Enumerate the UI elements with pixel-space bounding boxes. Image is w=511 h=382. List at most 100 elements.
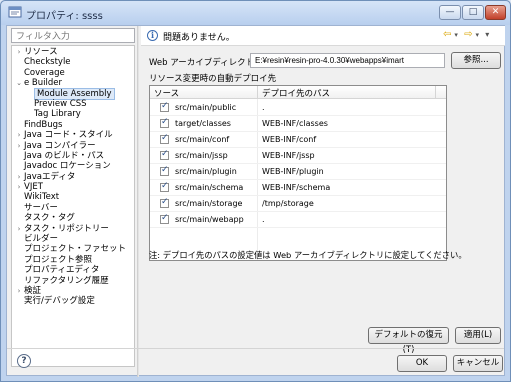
collapsed-arrow-icon[interactable]: › <box>14 130 24 140</box>
tree-item[interactable]: Java のビルド・パス <box>12 151 134 161</box>
tree-item[interactable]: プロパティエディタ <box>12 265 134 275</box>
tree-item[interactable]: › 検証 <box>12 286 134 296</box>
window-title: プロパティ: ssss <box>26 11 103 22</box>
tree-item[interactable]: › Javaエディタ <box>12 172 134 182</box>
message-bar: i 問題ありません。 ⇦ ▾ ⇨ ▾ ▾ <box>141 26 505 46</box>
table-row[interactable]: src/main/schema WEB-INF/schema <box>150 180 446 196</box>
ok-button[interactable]: OK <box>397 355 447 372</box>
tree-item[interactable]: タスク・タグ <box>12 213 134 223</box>
tree-item[interactable]: プロジェクト・ファセット <box>12 244 134 254</box>
expanded-arrow-icon[interactable]: ⌄ <box>14 78 24 88</box>
table-row[interactable]: src/main/storage/tmp/storage <box>150 196 446 212</box>
source-cell: src/main/storage <box>175 199 243 208</box>
source-cell: src/main/webapp <box>175 215 244 224</box>
tree-item[interactable]: Javadoc ロケーション <box>12 161 134 171</box>
tree-item[interactable]: › Java コード・スタイル <box>12 130 134 140</box>
dest-cell[interactable]: WEB-INF/classes <box>262 119 328 128</box>
row-checkbox[interactable] <box>160 197 169 208</box>
row-checkbox[interactable] <box>160 213 169 224</box>
collapsed-arrow-icon[interactable]: › <box>14 286 24 296</box>
dest-cell[interactable]: WEB-INF/schema <box>262 183 330 192</box>
restore-defaults-button[interactable]: デフォルトの復元(T) <box>368 327 449 355</box>
button-bar-separator <box>7 348 504 349</box>
info-icon: i <box>147 30 158 41</box>
row-checkbox[interactable] <box>160 149 169 160</box>
table-row[interactable]: src/main/conf WEB-INF/conf <box>150 132 446 148</box>
dest-cell[interactable]: . <box>262 215 265 224</box>
collapsed-arrow-icon[interactable]: › <box>14 182 24 192</box>
view-menu-icon[interactable]: ▾ <box>485 30 489 39</box>
table-row[interactable]: src/main/public. <box>150 100 446 116</box>
tree-item[interactable]: サーバー <box>12 203 134 213</box>
tree-item-label: Javadoc ロケーション <box>24 161 111 172</box>
table-row[interactable]: src/main/webapp. <box>150 212 446 228</box>
tree-item[interactable]: Checkstyle <box>12 57 134 67</box>
filter-input[interactable] <box>11 28 135 43</box>
collapsed-arrow-icon[interactable]: › <box>14 172 24 182</box>
source-cell: src/main/plugin <box>175 167 237 176</box>
header-source[interactable]: ソース <box>154 87 179 99</box>
title-bar[interactable]: プロパティ: ssss — □ ✕ <box>1 1 510 25</box>
source-cell: src/main/conf <box>175 135 230 144</box>
dest-cell[interactable]: WEB-INF/conf <box>262 135 316 144</box>
browse-button[interactable]: 参照... <box>451 52 501 69</box>
cancel-button[interactable]: キャンセル <box>453 355 503 372</box>
table-header: ソース デプロイ先のパス <box>150 86 446 99</box>
tree-item-label: Coverage <box>24 67 65 78</box>
row-checkbox[interactable] <box>160 117 169 128</box>
collapsed-arrow-icon[interactable]: › <box>14 141 24 151</box>
header-divider[interactable] <box>257 86 258 99</box>
header-dest[interactable]: デプロイ先のパス <box>262 87 330 99</box>
row-checkbox[interactable] <box>160 165 169 176</box>
pane-splitter[interactable] <box>137 26 139 377</box>
header-divider[interactable] <box>435 86 436 99</box>
maximize-button[interactable]: □ <box>462 5 484 20</box>
property-page-tree[interactable]: › リソース Checkstyle Coverage ⌄ e Builder Module … <box>11 45 135 367</box>
tree-item[interactable]: ビルダー <box>12 234 134 244</box>
dest-cell[interactable]: /tmp/storage <box>262 199 314 208</box>
tree-item-label: 検証 <box>24 285 42 296</box>
row-checkbox[interactable] <box>160 181 169 192</box>
tree-item[interactable]: › タスク・リポジトリー <box>12 224 134 234</box>
row-checkbox[interactable] <box>160 101 169 112</box>
tree-item-label: リファクタリング履歴 <box>24 275 109 286</box>
tree-item[interactable]: 実行/デバッグ設定 <box>12 296 134 306</box>
history-nav: ⇦ ▾ ⇨ ▾ ▾ <box>443 29 492 40</box>
minimize-button[interactable]: — <box>439 5 461 20</box>
source-cell: src/main/schema <box>175 183 244 192</box>
back-dropdown-icon[interactable]: ▾ <box>454 31 458 39</box>
apply-button[interactable]: 適用(L) <box>455 327 501 344</box>
forward-dropdown-icon[interactable]: ▾ <box>475 31 479 39</box>
tree-item[interactable]: Module Assembly <box>12 87 134 100</box>
table-row[interactable]: src/main/jssp WEB-INF/jssp <box>150 148 446 164</box>
tree-item[interactable]: FindBugs <box>12 120 134 130</box>
tree-item[interactable]: › リソース <box>12 47 134 57</box>
dest-cell[interactable]: WEB-INF/jssp <box>262 151 315 160</box>
back-arrow-icon[interactable]: ⇦ <box>443 29 451 40</box>
tree-item[interactable]: リファクタリング履歴 <box>12 276 134 286</box>
tree-item[interactable]: › Java コンパイラー <box>12 141 134 151</box>
dest-cell[interactable]: WEB-INF/plugin <box>262 167 324 176</box>
close-button[interactable]: ✕ <box>485 5 506 20</box>
tree-item-label: Preview CSS <box>34 98 87 109</box>
row-checkbox[interactable] <box>160 133 169 144</box>
tree-item[interactable]: › VJET <box>12 182 134 192</box>
source-cell: src/main/jssp <box>175 151 228 160</box>
tree-item-label: タスク・タグ <box>24 213 75 224</box>
tree-item[interactable]: WikiText <box>12 192 134 202</box>
tree-item[interactable]: ⌄ e Builder <box>12 78 134 88</box>
tree-item[interactable]: Coverage <box>12 68 134 78</box>
table-row[interactable]: target/classes WEB-INF/classes <box>150 116 446 132</box>
tree-item[interactable]: Tag Library <box>12 109 134 119</box>
source-cell: target/classes <box>175 119 231 128</box>
collapsed-arrow-icon[interactable]: › <box>14 224 24 234</box>
archive-dir-field[interactable] <box>250 53 445 68</box>
help-icon[interactable]: ? <box>17 354 31 368</box>
table-row[interactable]: src/main/plugin WEB-INF/plugin <box>150 164 446 180</box>
tree-item-label: e Builder <box>24 78 62 89</box>
tree-item[interactable]: Preview CSS <box>12 99 134 109</box>
collapsed-arrow-icon[interactable]: › <box>14 47 24 57</box>
tree-item[interactable]: プロジェクト参照 <box>12 255 134 265</box>
forward-arrow-icon[interactable]: ⇨ <box>464 29 472 40</box>
dest-cell[interactable]: . <box>262 103 265 112</box>
